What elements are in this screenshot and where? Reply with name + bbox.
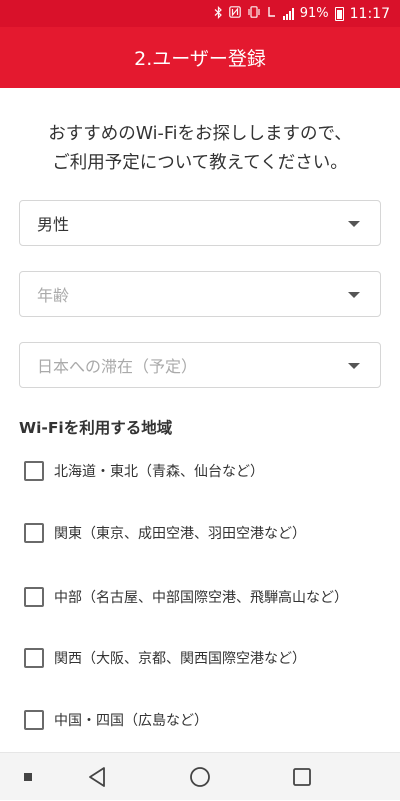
square-dot-icon[interactable] <box>18 753 38 801</box>
battery-icon <box>334 6 344 21</box>
home-icon[interactable] <box>185 753 215 801</box>
chevron-down-icon <box>348 363 360 369</box>
status-bar: 91% 11:17 <box>0 0 400 27</box>
region-label: 北海道・東北（青森、仙台など） <box>54 464 264 480</box>
region-kansai[interactable]: 関西（大阪、京都、関西国際空港など） <box>24 648 306 668</box>
intro-text: おすすめのWi-Fiをお探ししますので、 ご利用予定について教えてください。 <box>48 124 352 173</box>
page-title: 2.ユーザー登録 <box>134 48 266 70</box>
region-chubu[interactable]: 中部（名古屋、中部国際空港、飛騨高山など） <box>24 587 348 607</box>
checkbox[interactable] <box>24 461 44 481</box>
gender-value: 男性 <box>37 215 70 234</box>
checkbox[interactable] <box>24 587 44 607</box>
gender-select[interactable]: 男性 <box>19 200 381 246</box>
region-label: 関東（東京、成田空港、羽田空港など） <box>54 526 306 542</box>
signal-icon <box>282 7 294 20</box>
regions-heading: Wi-Fiを利用する地域 <box>19 419 173 437</box>
chevron-down-icon <box>348 221 360 227</box>
region-label: 関西（大阪、京都、関西国際空港など） <box>54 651 306 667</box>
region-label: 中部（名古屋、中部国際空港、飛騨高山など） <box>54 590 348 606</box>
clock: 11:17 <box>349 5 390 22</box>
region-hokkaido-tohoku[interactable]: 北海道・東北（青森、仙台など） <box>24 461 264 481</box>
battery-percent: 91% <box>299 6 329 21</box>
bluetooth-icon <box>214 5 223 22</box>
vibrate-icon <box>247 6 261 21</box>
navigation-bar <box>0 752 400 800</box>
stay-select[interactable]: 日本への滞在（予定） <box>19 342 381 388</box>
region-label: 中国・四国（広島など） <box>54 713 208 729</box>
app-header: 2.ユーザー登録 <box>0 27 400 88</box>
checkbox[interactable] <box>24 710 44 730</box>
chevron-down-icon <box>348 292 360 298</box>
age-select[interactable]: 年齢 <box>19 271 381 317</box>
back-icon[interactable] <box>82 753 112 801</box>
age-placeholder: 年齢 <box>37 286 70 305</box>
lte-icon <box>267 6 277 21</box>
checkbox[interactable] <box>24 648 44 668</box>
stay-placeholder: 日本への滞在（予定） <box>37 357 198 376</box>
region-kanto[interactable]: 関東（東京、成田空港、羽田空港など） <box>24 523 306 543</box>
checkbox[interactable] <box>24 523 44 543</box>
nfc-icon <box>228 6 241 21</box>
recents-icon[interactable] <box>287 753 317 801</box>
region-chugoku-shikoku[interactable]: 中国・四国（広島など） <box>24 710 208 730</box>
